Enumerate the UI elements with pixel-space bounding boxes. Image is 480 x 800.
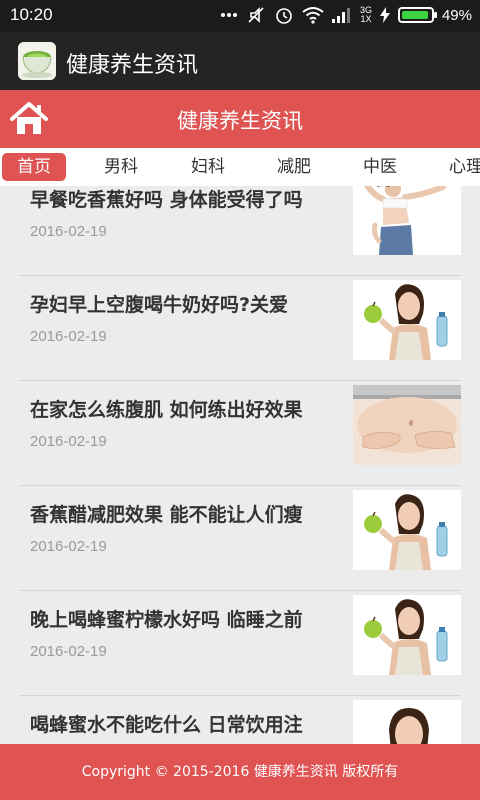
belly-photo — [353, 385, 461, 465]
network-type: 3G 1X — [359, 5, 372, 24]
header: 健康养生资讯 — [0, 90, 480, 148]
more-dots-icon — [220, 12, 238, 18]
tab-male[interactable]: 男科 — [96, 153, 146, 181]
list-item[interactable]: 孕妇早上空腹喝牛奶好吗?关爱 2016-02-19 — [19, 276, 461, 381]
battery-icon — [397, 7, 437, 23]
article-title: 喝蜂蜜水不能吃什么 日常饮用注 — [30, 714, 303, 736]
article-title: 早餐吃香蕉好吗 身体能受得了吗 — [30, 189, 303, 211]
status-icons: 3G 1X 49% — [220, 5, 472, 25]
list-item[interactable]: 早餐吃香蕉好吗 身体能受得了吗 2016-02-19 — [19, 186, 461, 276]
article-list: 早餐吃香蕉好吗 身体能受得了吗 2016-02-19 孕妇早上空腹喝牛奶好吗?关… — [0, 186, 480, 744]
alarm-icon — [274, 5, 294, 25]
article-date: 2016-02-19 — [30, 538, 107, 555]
status-bar: 10:20 3G 1X 49% — [0, 0, 480, 32]
article-title: 晚上喝蜂蜜柠檬水好吗 临睡之前 — [30, 609, 303, 631]
article-date: 2016-02-19 — [30, 433, 107, 450]
article-date: 2016-02-19 — [30, 643, 107, 660]
app-bar: 健康养生资讯 — [0, 32, 480, 90]
woman-apple-photo — [353, 280, 461, 360]
article-title: 孕妇早上空腹喝牛奶好吗?关爱 — [30, 294, 289, 316]
green-tea-cup-icon — [18, 42, 56, 80]
status-time: 10:20 — [10, 5, 53, 24]
category-tabs: 首页 男科 妇科 减肥 中医 心理 — [0, 148, 480, 186]
list-item[interactable]: 香蕉醋减肥效果 能不能让人们瘦 2016-02-19 — [19, 486, 461, 591]
tab-psychology[interactable]: 心理 — [441, 153, 480, 181]
charging-icon — [379, 7, 390, 23]
header-title: 健康养生资讯 — [177, 109, 303, 133]
app-title: 健康养生资讯 — [66, 53, 199, 78]
battery-percent: 49% — [441, 6, 472, 24]
woman-apple-photo — [353, 490, 461, 570]
woman-waist-photo — [353, 186, 461, 255]
signal-icon — [331, 7, 352, 23]
list-item[interactable]: 在家怎么练腹肌 如何练出好效果 2016-02-19 — [19, 381, 461, 486]
list-item[interactable]: 晚上喝蜂蜜柠檬水好吗 临睡之前 2016-02-19 — [19, 591, 461, 696]
tab-home[interactable]: 首页 — [2, 153, 66, 181]
mute-icon — [246, 5, 266, 25]
article-title: 在家怎么练腹肌 如何练出好效果 — [30, 399, 303, 421]
woman-face-photo — [353, 700, 461, 744]
list-item[interactable]: 喝蜂蜜水不能吃什么 日常饮用注 — [19, 696, 461, 744]
footer-copyright: Copyright © 2015-2016 健康养生资讯 版权所有 — [0, 744, 480, 800]
article-title: 香蕉醋减肥效果 能不能让人们瘦 — [30, 504, 303, 526]
tab-tcm[interactable]: 中医 — [355, 153, 405, 181]
article-date: 2016-02-19 — [30, 223, 107, 240]
woman-apple-photo — [353, 595, 461, 675]
tab-female[interactable]: 妇科 — [183, 153, 233, 181]
battery-level — [401, 11, 428, 19]
wifi-icon — [302, 6, 324, 24]
article-date: 2016-02-19 — [30, 328, 107, 345]
tab-weight-loss[interactable]: 减肥 — [269, 153, 319, 181]
